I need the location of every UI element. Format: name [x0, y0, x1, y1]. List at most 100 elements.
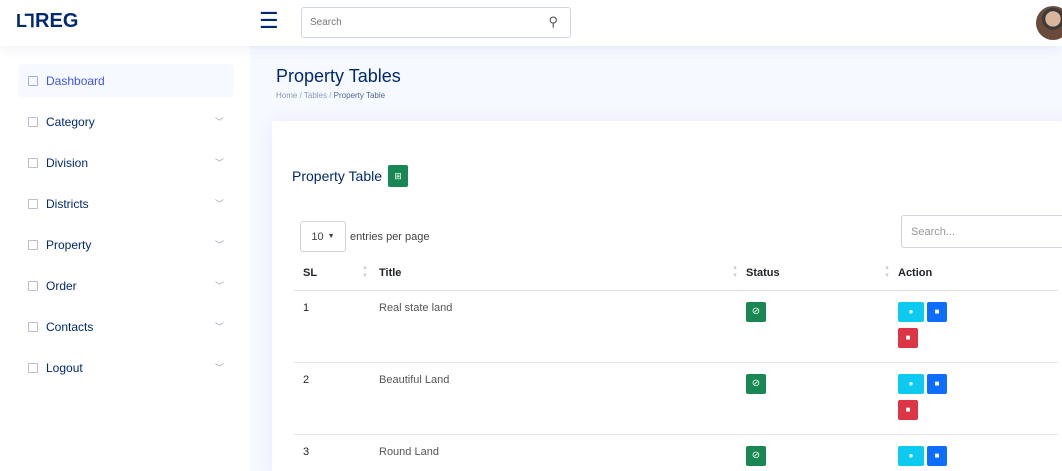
- chevron-down-icon: ﹀: [214, 281, 224, 291]
- entries-per-page: 10 ▼ entries per page: [300, 221, 430, 252]
- menu-icon: [28, 116, 38, 127]
- cell-title: Beautiful Land: [376, 362, 746, 435]
- breadcrumb-separator: /: [327, 91, 334, 100]
- sidebar-item-label: Order: [46, 278, 77, 293]
- sort-icon: ▲ ▼: [732, 265, 738, 279]
- cell-sl: 2: [294, 362, 376, 435]
- spreadsheet-icon: ⊞: [394, 170, 402, 181]
- view-button[interactable]: ●: [898, 301, 924, 322]
- main-content: Property Tables Home / Tables / Property…: [250, 46, 1062, 471]
- view-button[interactable]: ●: [898, 373, 924, 394]
- chevron-down-icon: ﹀: [214, 199, 224, 209]
- cell-sl: 3: [303, 445, 310, 458]
- cell-sl: 1: [294, 290, 376, 363]
- trash-icon: ■: [905, 333, 911, 342]
- breadcrumb-home[interactable]: Home: [276, 91, 297, 100]
- menu-icon: [28, 362, 38, 373]
- header-search: ⚲: [301, 7, 571, 38]
- sidebar-item-label: Districts: [46, 196, 89, 211]
- property-table-card: Property Table ⊞ 10 ▼ entries per page S…: [272, 121, 1062, 471]
- edit-button[interactable]: ■: [927, 301, 947, 322]
- column-header-label: SL: [303, 267, 318, 280]
- check-circle-icon: ⊘: [751, 450, 761, 461]
- chevron-down-icon: ﹀: [214, 158, 224, 168]
- grid-icon: [28, 75, 38, 86]
- eye-icon: ●: [908, 451, 914, 460]
- row-actions: ● ■ ■: [898, 301, 958, 348]
- menu-icon: [28, 198, 38, 209]
- table-search-placeholder: Search...: [911, 225, 956, 238]
- sort-icon: ▲ ▼: [884, 265, 890, 279]
- menu-icon: [28, 157, 38, 168]
- breadcrumb-tables[interactable]: Tables: [304, 91, 327, 100]
- chevron-down-icon: ﹀: [214, 117, 224, 127]
- app-logo[interactable]: L⅂ REG: [16, 10, 78, 33]
- trash-icon: ■: [905, 405, 911, 414]
- sidebar: Dashboard Category ﹀ Division ﹀ District…: [0, 46, 250, 471]
- breadcrumb: Home / Tables / Property Table: [276, 91, 385, 100]
- column-header-title[interactable]: Title ▲ ▼: [376, 257, 746, 291]
- sort-icon: ▲ ▼: [362, 265, 368, 279]
- breadcrumb-current: Property Table: [333, 91, 386, 100]
- sidebar-item-property[interactable]: Property ﹀: [18, 228, 234, 261]
- table-row: 3 Round Land ⊘ ● ■: [294, 434, 1058, 471]
- sidebar-item-contacts[interactable]: Contacts ﹀: [18, 310, 234, 343]
- sidebar-item-order[interactable]: Order ﹀: [18, 269, 234, 302]
- delete-button[interactable]: ■: [898, 327, 918, 348]
- cell-action: ● ■: [898, 434, 1058, 471]
- column-header-label: Title: [379, 267, 402, 280]
- page-title: Property Tables: [276, 66, 401, 86]
- table-search-input[interactable]: Search...: [901, 215, 1062, 248]
- edit-icon: ■: [934, 379, 940, 388]
- menu-icon: [28, 239, 38, 250]
- check-circle-icon: ⊘: [751, 378, 761, 389]
- menu-toggle-icon[interactable]: ☰: [259, 10, 279, 32]
- column-header-action: Action: [898, 257, 1058, 291]
- sidebar-item-division[interactable]: Division ﹀: [18, 146, 234, 179]
- menu-icon: [28, 280, 38, 291]
- edit-button[interactable]: ■: [927, 373, 947, 394]
- table-row: 2 Beautiful Land ⊘ ● ■ ■: [294, 362, 1058, 435]
- header-search-input[interactable]: [302, 8, 532, 37]
- logo-text: REG: [35, 10, 79, 32]
- column-header-status[interactable]: Status ▲ ▼: [746, 257, 898, 291]
- chevron-down-icon: ﹀: [214, 240, 224, 250]
- column-header-label: Status: [746, 267, 780, 280]
- table-row: 1 Real state land ⊘ ● ■ ■: [294, 290, 1058, 363]
- row-actions: ● ■ ■: [898, 373, 958, 420]
- sidebar-item-dashboard[interactable]: Dashboard: [18, 64, 234, 97]
- card-title: Property Table ⊞: [292, 165, 409, 187]
- check-circle-icon: ⊘: [751, 306, 761, 317]
- search-icon[interactable]: ⚲: [548, 14, 558, 30]
- cell-status: ⊘: [746, 362, 898, 435]
- edit-button[interactable]: ■: [927, 445, 947, 466]
- edit-icon: ■: [934, 451, 940, 460]
- top-header: L⅂ REG ☰ ⚲: [0, 0, 1062, 46]
- export-excel-button[interactable]: ⊞: [388, 165, 409, 187]
- column-header-sl[interactable]: SL ▲ ▼: [294, 257, 376, 291]
- sidebar-item-label: Contacts: [46, 319, 94, 334]
- view-button[interactable]: ●: [898, 445, 924, 466]
- menu-icon: [28, 321, 38, 332]
- status-active-badge[interactable]: ⊘: [746, 445, 766, 466]
- sidebar-item-category[interactable]: Category ﹀: [18, 105, 234, 138]
- property-table: SL ▲ ▼ Title ▲ ▼ Status ▲ ▼ Action 1 Rea…: [294, 257, 1058, 471]
- status-active-badge[interactable]: ⊘: [746, 373, 766, 394]
- entries-select-value: 10: [311, 230, 324, 243]
- status-active-badge[interactable]: ⊘: [746, 301, 766, 322]
- sidebar-item-logout[interactable]: Logout ﹀: [18, 351, 234, 384]
- eye-icon: ●: [908, 379, 914, 388]
- cell-action: ● ■ ■: [898, 362, 1058, 435]
- sidebar-item-label: Dashboard: [46, 73, 105, 88]
- sidebar-item-label: Property: [46, 237, 92, 252]
- entries-select[interactable]: 10 ▼: [300, 221, 346, 252]
- user-avatar[interactable]: [1036, 6, 1062, 40]
- cell-title: Round Land: [379, 445, 439, 458]
- chevron-down-icon: ﹀: [214, 363, 224, 373]
- eye-icon: ●: [908, 307, 914, 316]
- sidebar-item-districts[interactable]: Districts ﹀: [18, 187, 234, 220]
- sidebar-item-label: Category: [46, 114, 95, 129]
- edit-icon: ■: [934, 307, 940, 316]
- card-title-text: Property Table: [292, 168, 383, 184]
- delete-button[interactable]: ■: [898, 399, 918, 420]
